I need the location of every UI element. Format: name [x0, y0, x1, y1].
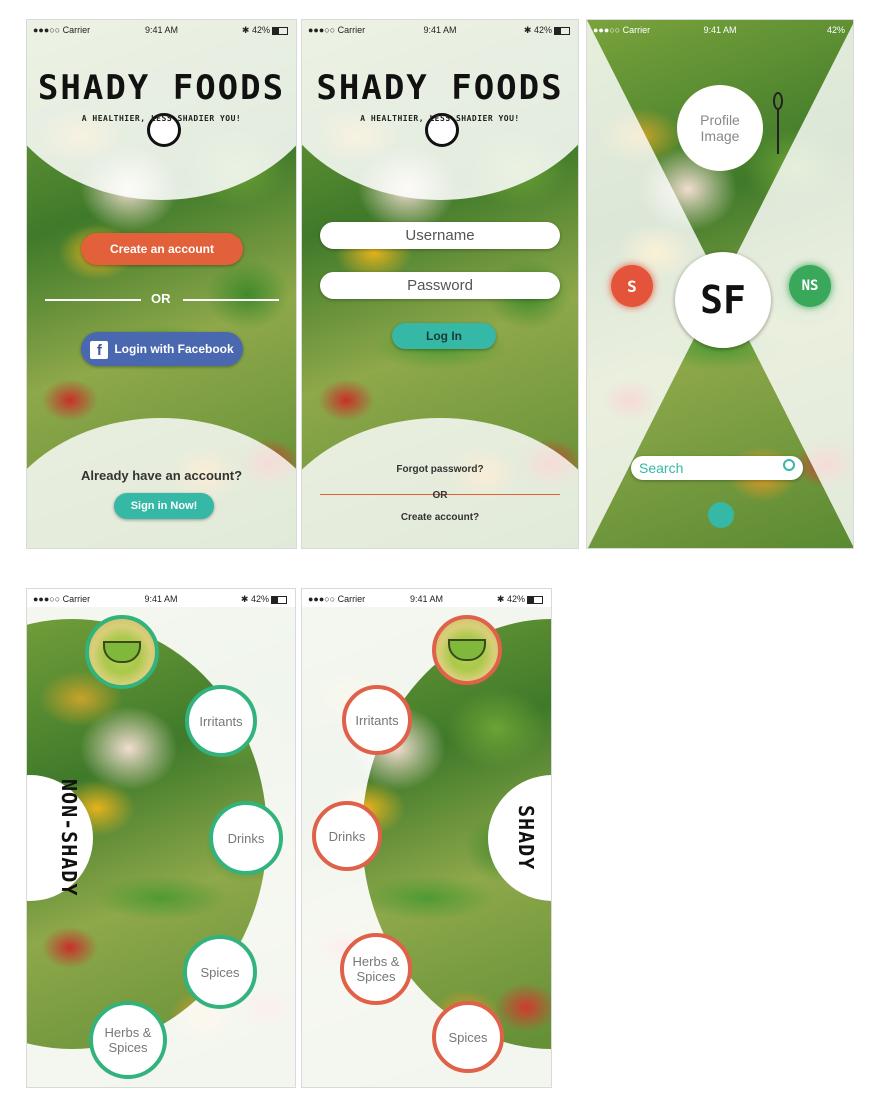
spoon-icon[interactable] [773, 92, 783, 154]
battery-percent: 42% [533, 25, 552, 35]
screen-home: ●●●○○ Carrier 9:41 AM 42% Profile Image … [586, 19, 854, 549]
nonshady-badge[interactable]: NS [789, 265, 831, 307]
food-bowl-icon[interactable] [432, 615, 502, 685]
category-label: Spices [448, 1029, 488, 1045]
category-herbs-spices[interactable]: Herbs & Spices [89, 1001, 167, 1079]
battery-icon [554, 26, 570, 35]
battery-status: ✱ 42% [524, 25, 570, 36]
category-drinks[interactable]: Drinks [209, 801, 283, 875]
screen-signup: ●●●○○ Carrier 9:41 AM ✱ 42% SHADY FOODS … [26, 19, 297, 549]
category-spices[interactable]: Spices [183, 935, 257, 1009]
category-herbs-spices[interactable]: Herbs & Spices [340, 933, 412, 1005]
screen-login: ●●●○○ Carrier 9:41 AM ✱ 42% SHADY FOODS … [301, 19, 579, 549]
status-bar: ●●●○○ Carrier 9:41 AM 42% [587, 20, 853, 38]
battery-icon [527, 595, 543, 604]
clock: 9:41 AM [703, 25, 737, 35]
screen-shady: ●●●○○ Carrier 9:41 AM ✱ 42% Irritants Dr… [301, 588, 552, 1088]
side-label: NON-SHADY [57, 779, 81, 897]
status-bar: ●●●○○ Carrier 9:41 AM ✱ 42% [302, 589, 551, 607]
category-drinks[interactable]: Drinks [312, 801, 382, 871]
nonshady-badge-label: NS [801, 278, 819, 294]
username-field[interactable]: Username [320, 222, 560, 249]
password-field[interactable]: Password [320, 272, 560, 299]
monogram-button[interactable]: SF [675, 252, 771, 348]
or-divider-label: OR [151, 291, 171, 306]
battery-percent: 42% [251, 25, 270, 35]
facebook-login-label: Login with Facebook [114, 342, 234, 356]
already-account-text: Already have an account? [80, 468, 243, 483]
sign-in-now-button[interactable]: Sign in Now! [114, 493, 214, 519]
app-logo: SHADY FOODS [302, 68, 578, 148]
battery-status: ✱ 42% [242, 25, 288, 36]
category-label: Herbs & Spices [104, 1025, 152, 1055]
search-icon[interactable] [783, 459, 795, 471]
category-irritants[interactable]: Irritants [342, 685, 412, 755]
battery-percent: 42% [506, 594, 525, 604]
or-label: OR [432, 490, 448, 501]
create-account-button[interactable]: Create an account [81, 233, 243, 265]
bluetooth-icon: ✱ [523, 25, 532, 35]
status-bar: ●●●○○ Carrier 9:41 AM ✱ 42% [27, 20, 296, 38]
tagline: A HEALTHIER, LESS SHADIER YOU! [81, 114, 242, 123]
login-button[interactable]: Log In [392, 323, 496, 349]
battery-status: ✱ 42% [497, 594, 543, 605]
profile-image[interactable]: Profile Image [677, 85, 763, 171]
status-bar: ●●●○○ Carrier 9:41 AM ✱ 42% [302, 20, 578, 38]
divider-right [183, 299, 279, 301]
page-indicator-dot[interactable] [708, 502, 734, 528]
divider-left [45, 299, 141, 301]
battery-icon [272, 26, 288, 35]
category-irritants[interactable]: Irritants [185, 685, 257, 757]
battery-percent: 42% [826, 25, 845, 35]
search-input[interactable]: Search [639, 460, 683, 476]
facebook-login-button[interactable]: f Login with Facebook [81, 332, 243, 366]
logo-text: SHADY FOODS [316, 68, 564, 108]
category-label: Irritants [355, 712, 399, 728]
food-bowl-icon[interactable] [85, 615, 159, 689]
category-label: Spices [200, 964, 240, 980]
battery-status: 42% [827, 25, 845, 35]
battery-percent: 42% [250, 594, 269, 604]
bluetooth-icon: ✱ [240, 594, 249, 604]
category-spices[interactable]: Spices [432, 1001, 504, 1073]
facebook-icon: f [90, 340, 109, 359]
bluetooth-icon: ✱ [241, 25, 250, 35]
side-label: SHADY [514, 805, 538, 871]
search-bar[interactable]: Search [631, 456, 803, 480]
shady-badge[interactable]: S [611, 265, 653, 307]
category-label: Irritants [199, 713, 243, 729]
status-bar: ●●●○○ Carrier 9:41 AM ✱ 42% [27, 589, 295, 607]
bluetooth-icon: ✱ [496, 594, 505, 604]
create-account-link[interactable]: Create account? [302, 512, 578, 523]
monogram-label: SF [700, 278, 746, 322]
tagline: A HEALTHIER, LESS SHADIER YOU! [360, 114, 520, 123]
logo-text: SHADY FOODS [37, 68, 286, 108]
battery-status: ✱ 42% [241, 594, 287, 605]
shady-badge-label: S [627, 276, 637, 296]
battery-icon [271, 595, 287, 604]
forgot-password-link[interactable]: Forgot password? [302, 464, 578, 475]
category-label: Herbs & Spices [352, 954, 400, 984]
app-logo: SHADY FOODS [27, 68, 296, 148]
category-label: Drinks [328, 828, 366, 844]
profile-image-label: Profile Image [700, 112, 740, 144]
category-label: Drinks [227, 830, 265, 846]
screen-nonshady: ●●●○○ Carrier 9:41 AM ✱ 42% Irritants Dr… [26, 588, 296, 1088]
